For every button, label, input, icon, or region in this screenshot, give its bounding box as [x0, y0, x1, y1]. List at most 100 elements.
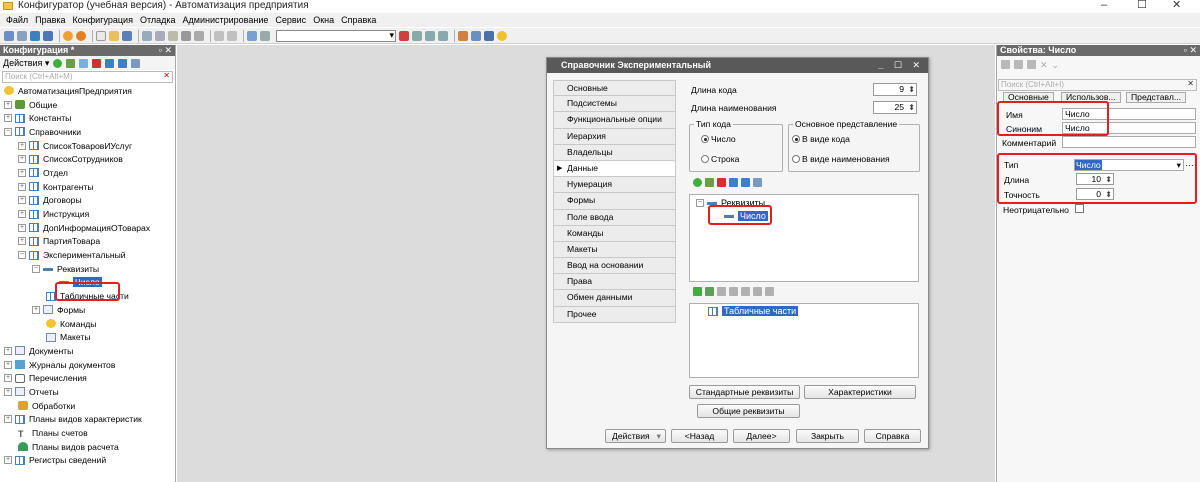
expand-icon[interactable]: +	[18, 196, 26, 205]
find-in-tree-icon[interactable]	[247, 30, 257, 41]
nav-rights[interactable]: Права	[553, 274, 676, 291]
tree-item[interactable]: + Журналы документов	[0, 358, 175, 372]
find-all-icon[interactable]	[438, 30, 448, 41]
cut-icon[interactable]	[142, 30, 152, 41]
close-button[interactable]: Закрыть	[796, 429, 859, 443]
tree-item[interactable]: + Формы	[0, 303, 175, 317]
tree-item[interactable]: + Константы	[0, 111, 175, 125]
tree-item[interactable]: Табличные части	[0, 289, 175, 303]
tab-usage[interactable]: Использов...	[1061, 92, 1121, 103]
nav-templates[interactable]: Макеты	[553, 241, 676, 259]
expand-icon[interactable]: +	[4, 114, 12, 123]
sort-icon[interactable]	[753, 178, 762, 187]
save-icon[interactable]	[122, 30, 132, 41]
expand-icon[interactable]: +	[18, 141, 26, 150]
code-type-string-radio[interactable]: Строка	[701, 154, 739, 164]
name-field[interactable]: Число	[1062, 108, 1196, 120]
nav-commands[interactable]: Команды	[553, 225, 676, 242]
attribute-item[interactable]: Число	[724, 211, 768, 221]
menu-edit[interactable]: Правка	[35, 15, 65, 25]
expand-icon[interactable]: +	[4, 456, 12, 465]
tabular-item[interactable]: Табличные части	[708, 306, 799, 316]
db-config-icon[interactable]	[17, 30, 27, 41]
redo-icon[interactable]	[227, 30, 237, 41]
config-window-icon[interactable]	[43, 30, 53, 41]
tree-item[interactable]: + Отчеты	[0, 385, 175, 399]
tree-item[interactable]: − Справочники	[0, 125, 175, 139]
tabular-parts-list[interactable]: Табличные части	[689, 303, 919, 378]
repr-name-radio[interactable]: В виде наименования	[792, 154, 890, 164]
undo-icon[interactable]	[214, 30, 224, 41]
move-up-icon[interactable]	[105, 58, 115, 68]
open-config-icon[interactable]	[4, 30, 14, 41]
repr-code-radio[interactable]: В виде кода	[792, 134, 850, 144]
menu-debug[interactable]: Отладка	[140, 15, 176, 25]
maximize-button[interactable]: ☐	[1137, 0, 1147, 11]
debug-run-icon[interactable]	[63, 30, 73, 41]
standard-attributes-button[interactable]: Стандартные реквизиты	[689, 385, 800, 399]
panel-close-icon[interactable]: ▫ ✕	[159, 45, 172, 56]
collapse-icon[interactable]: −	[32, 264, 40, 273]
move-down-icon[interactable]	[118, 58, 128, 68]
edit-attribute-icon[interactable]	[705, 178, 714, 187]
chevron-down-icon[interactable]: ▾	[1177, 160, 1181, 170]
characteristics-button[interactable]: Характеристики	[804, 385, 916, 399]
expand-icon[interactable]: +	[18, 210, 26, 219]
find-next-icon[interactable]	[425, 30, 435, 41]
nav-input-field[interactable]: Поле ввода	[553, 209, 676, 226]
nav-hierarchy[interactable]: Иерархия	[553, 128, 676, 145]
new-icon[interactable]	[96, 30, 106, 41]
search-combo[interactable]	[276, 29, 396, 42]
clear-search-icon[interactable]	[399, 30, 409, 41]
expand-icon[interactable]: +	[4, 360, 12, 369]
menu-help[interactable]: Справка	[341, 15, 376, 25]
delete-tabular-icon[interactable]	[729, 287, 738, 296]
common-attributes-button[interactable]: Общие реквизиты	[697, 404, 800, 418]
tree-item[interactable]: Команды	[0, 317, 175, 331]
tree-item[interactable]: + Общие	[0, 98, 175, 112]
paste-icon[interactable]	[168, 30, 178, 41]
copy-item-icon[interactable]	[79, 58, 89, 68]
tree-item[interactable]: + Отдел	[0, 166, 175, 180]
sort-icon[interactable]	[131, 58, 141, 68]
nav-input-based[interactable]: Ввод на основании	[553, 258, 676, 275]
menu-file[interactable]: Файл	[6, 15, 28, 25]
filter-icon[interactable]	[1027, 60, 1036, 69]
tree-item[interactable]: + Регистры сведений	[0, 454, 175, 468]
attributes-list[interactable]: − Реквизиты Число	[689, 194, 919, 282]
nav-data[interactable]: Данные	[553, 160, 676, 178]
actions-button[interactable]: Действия ▾	[605, 429, 666, 443]
menu-windows[interactable]: Окна	[313, 15, 334, 25]
move-up-icon[interactable]	[741, 287, 750, 296]
collapse-icon[interactable]: −	[4, 127, 12, 136]
help-icon[interactable]	[484, 30, 494, 41]
delete-icon[interactable]	[92, 58, 102, 68]
syntax-helper-icon[interactable]	[458, 30, 468, 41]
clear-icon[interactable]: ✕	[1040, 60, 1048, 71]
tree-item[interactable]: + ДопИнформацияОТоварах	[0, 221, 175, 235]
tree-item[interactable]: Планы видов расчета	[0, 440, 175, 454]
tree-item[interactable]: Обработки	[0, 399, 175, 413]
sort-icon[interactable]	[765, 287, 774, 296]
tab-main[interactable]: Основные	[1003, 92, 1054, 103]
expand-icon[interactable]: +	[18, 155, 26, 164]
menu-service[interactable]: Сервис	[275, 15, 306, 25]
expand-icon[interactable]: +	[18, 168, 26, 177]
add-attribute-icon[interactable]	[693, 178, 702, 187]
properties-search-input[interactable]: Поиск (Ctrl+Alt+I) ✕	[998, 79, 1197, 91]
tree-search-input[interactable]: Поиск (Ctrl+Alt+M) ✕	[2, 71, 173, 83]
clear-search-icon[interactable]: ✕	[1187, 79, 1194, 89]
tree-item[interactable]: + Документы	[0, 344, 175, 358]
nav-functional-options[interactable]: Функциональные опции	[553, 112, 676, 129]
move-down-icon[interactable]	[741, 178, 750, 187]
nonnegative-checkbox[interactable]	[1075, 204, 1084, 213]
expand-icon[interactable]: +	[4, 415, 12, 424]
edit-tabular-icon[interactable]	[717, 287, 726, 296]
delete-attribute-icon[interactable]	[717, 178, 726, 187]
tab-presentation[interactable]: Представл...	[1126, 92, 1187, 103]
type-field[interactable]: Число ▾	[1074, 159, 1184, 171]
expand-icon[interactable]: +	[4, 100, 12, 109]
minimize-button[interactable]: –	[1101, 0, 1107, 11]
copy-icon[interactable]	[155, 30, 165, 41]
expand-icon[interactable]: +	[4, 387, 12, 396]
